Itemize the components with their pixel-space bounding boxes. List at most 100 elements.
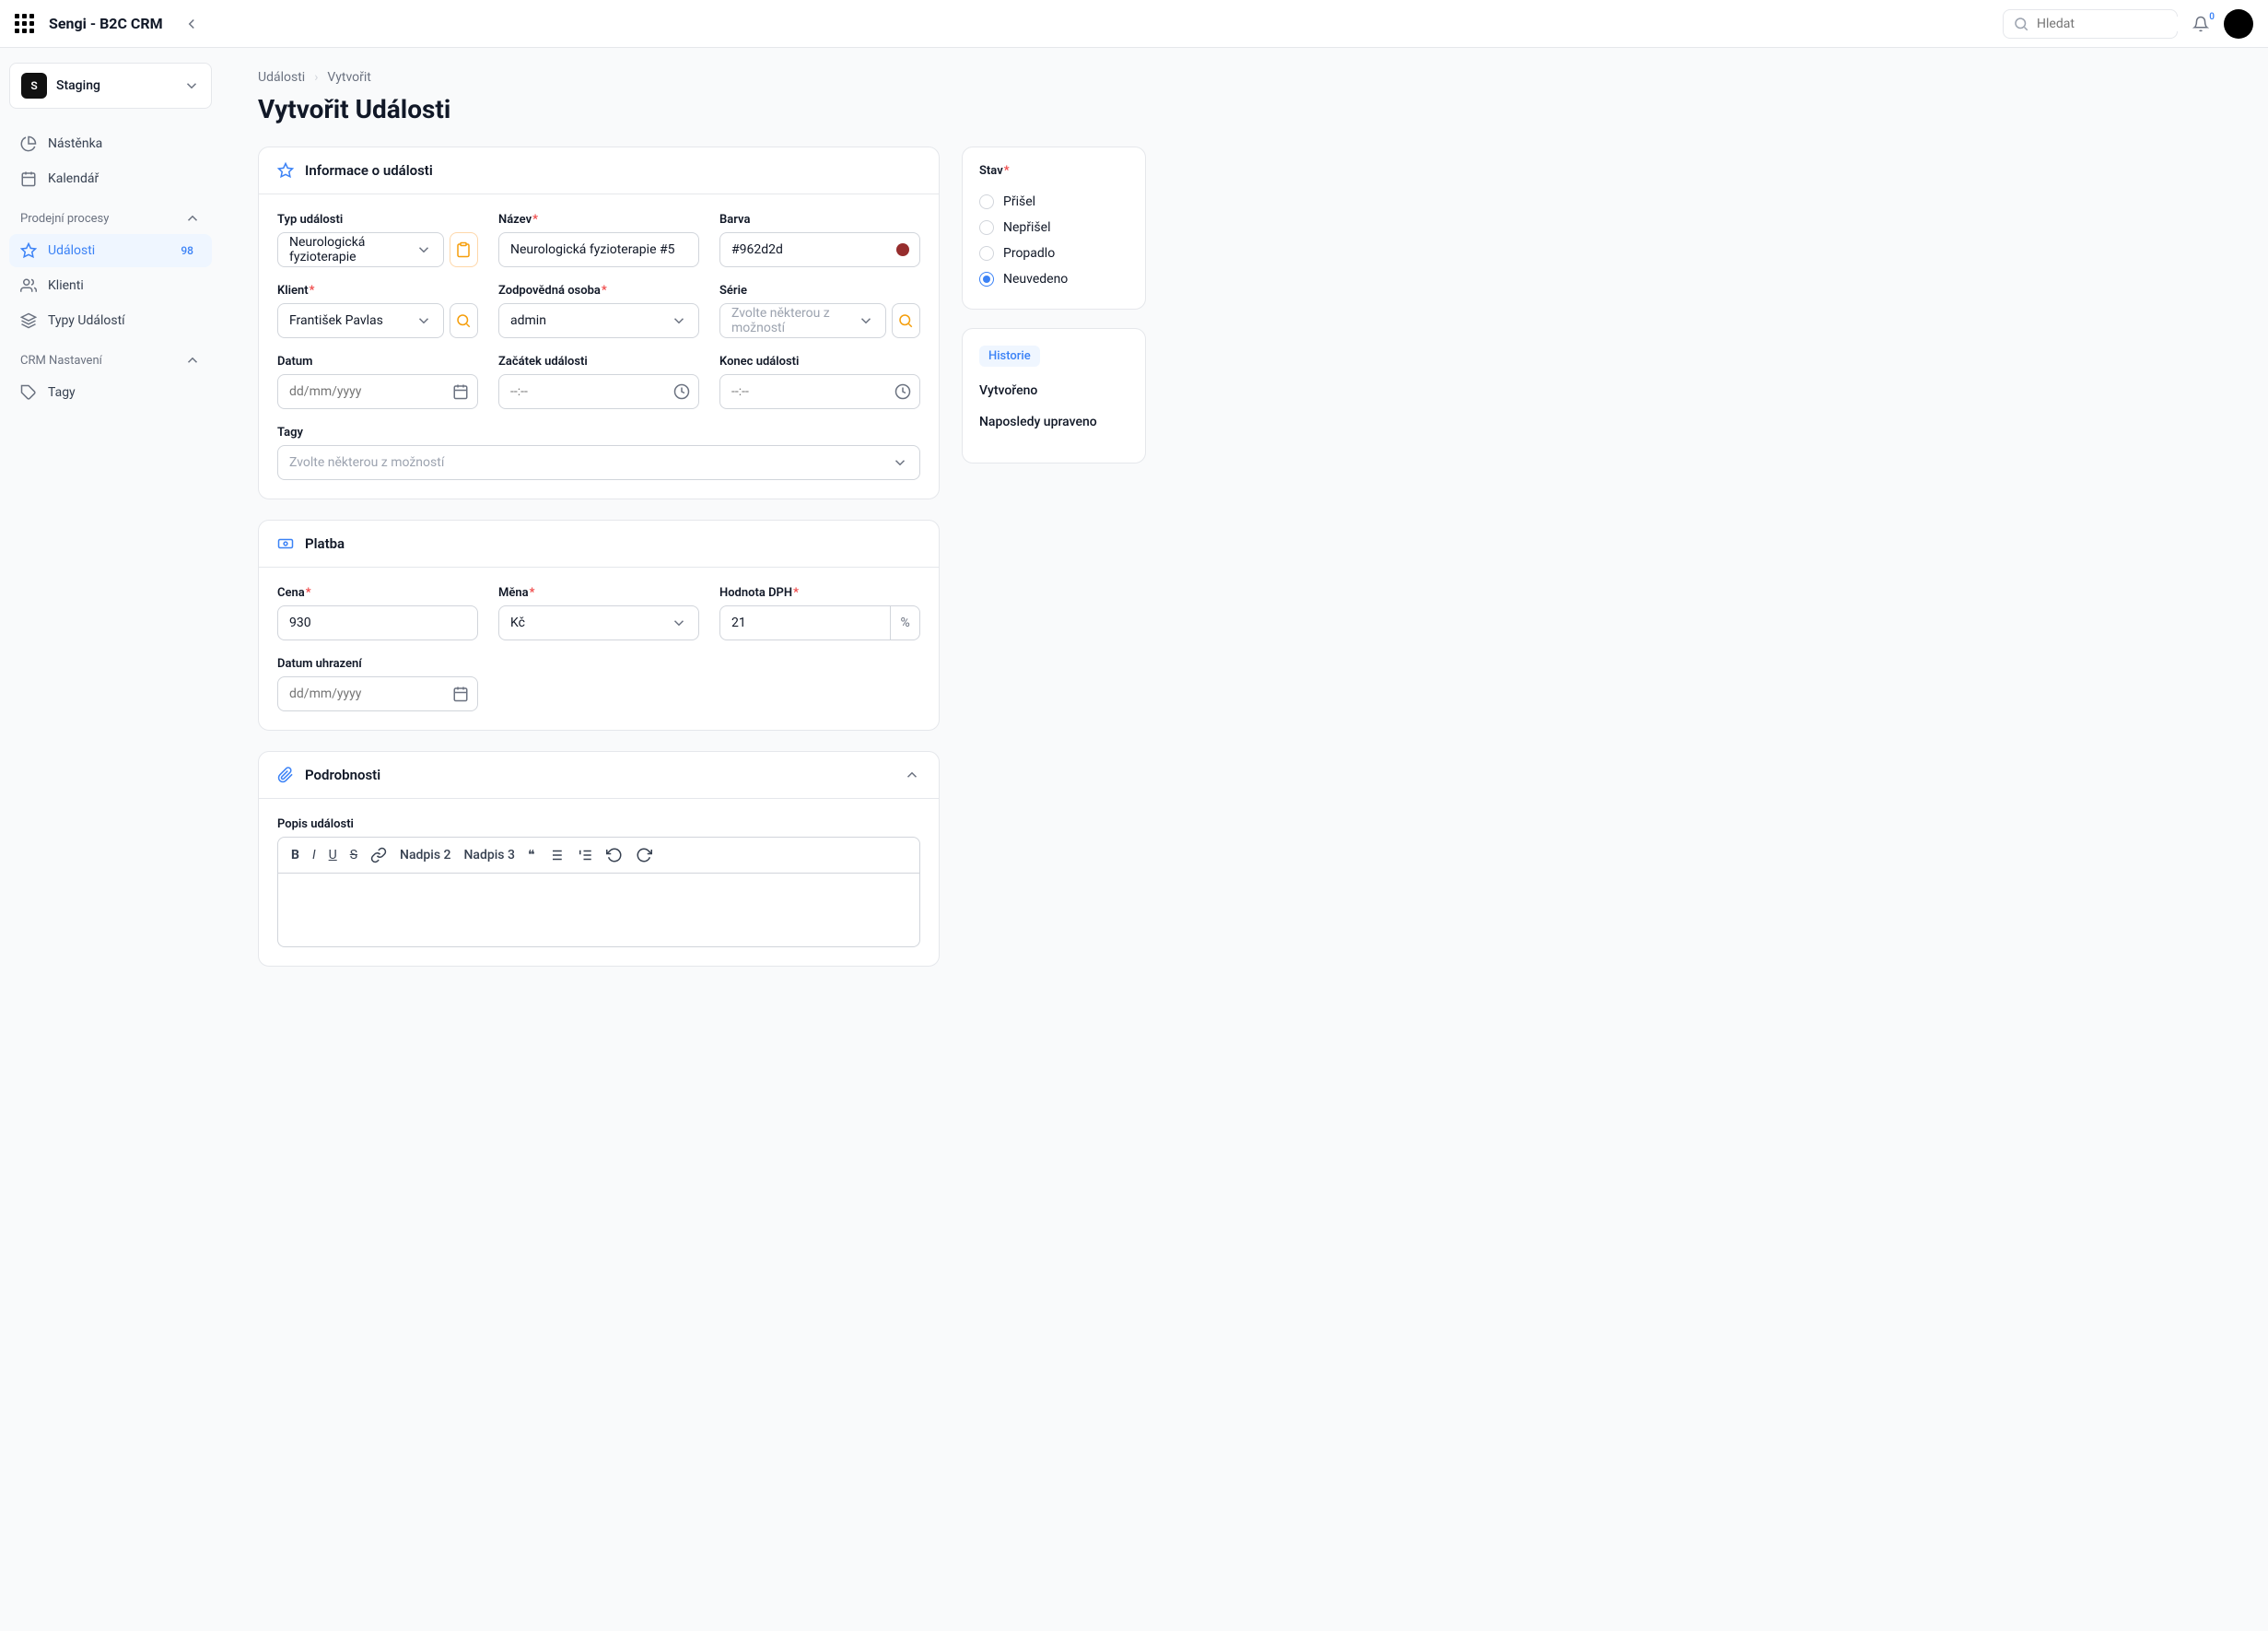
color-input[interactable]	[719, 232, 920, 267]
currency-label: Měna*	[498, 586, 699, 600]
search-icon	[897, 312, 914, 329]
end-label: Konec události	[719, 355, 920, 369]
chevron-down-icon	[415, 312, 432, 329]
quote-button[interactable]: ❝	[528, 848, 535, 862]
start-time-input[interactable]	[498, 374, 699, 409]
client-label: Klient*	[277, 284, 478, 298]
search-input[interactable]	[2037, 17, 2201, 31]
sidebar-section-sales[interactable]: Prodejní procesy	[9, 197, 212, 234]
state-option-none[interactable]: Neuvedeno	[979, 266, 1128, 292]
responsible-select[interactable]: admin	[498, 303, 699, 338]
client-select[interactable]: František Pavlas	[277, 303, 444, 338]
redo-icon	[636, 847, 652, 863]
app-title: Sengi - B2C CRM	[49, 15, 163, 32]
vat-label: Hodnota DPH*	[719, 586, 920, 600]
calendar-icon	[20, 170, 37, 187]
paid-date-label: Datum uhrazení	[277, 657, 478, 671]
chevron-up-icon	[184, 210, 201, 227]
event-type-select[interactable]: Neurologická fyzioterapie	[277, 232, 444, 267]
clipboard-icon	[455, 241, 472, 258]
breadcrumb-item[interactable]: Události	[258, 70, 305, 85]
end-time-input[interactable]	[719, 374, 920, 409]
radio-icon	[979, 220, 994, 235]
sidebar-item-clients[interactable]: Klienti	[9, 269, 212, 302]
name-input[interactable]	[498, 232, 699, 267]
notifications-button[interactable]: 0	[2192, 16, 2209, 32]
avatar[interactable]	[2224, 9, 2253, 39]
price-input[interactable]	[277, 605, 478, 640]
italic-button[interactable]: I	[312, 848, 316, 862]
series-search-button[interactable]	[892, 303, 920, 338]
event-type-label: Typ události	[277, 213, 478, 227]
ordered-list-button[interactable]	[577, 847, 593, 863]
vat-input[interactable]	[719, 605, 891, 640]
radio-icon	[979, 194, 994, 209]
topbar-right: 0	[2003, 9, 2253, 39]
name-label: Název*	[498, 213, 699, 227]
card-payment: Platba Cena* Měna* Kč	[258, 520, 940, 731]
date-input[interactable]	[277, 374, 478, 409]
state-option-nocame[interactable]: Nepřišel	[979, 215, 1128, 241]
clipboard-button[interactable]	[450, 232, 478, 267]
sidebar-item-event-types[interactable]: Typy Událostí	[9, 304, 212, 337]
history-tab[interactable]: Historie	[979, 346, 1040, 367]
tag-icon	[20, 384, 37, 401]
chevron-up-icon[interactable]	[904, 767, 920, 783]
responsible-label: Zodpovědná osoba*	[498, 284, 699, 298]
sidebar-item-calendar[interactable]: Kalendář	[9, 162, 212, 195]
star-icon	[277, 162, 294, 179]
chevron-down-icon	[858, 312, 874, 329]
space-switcher[interactable]: S Staging	[9, 63, 212, 109]
sidebar-item-tags[interactable]: Tagy	[9, 376, 212, 409]
back-button[interactable]	[178, 10, 205, 38]
bullet-list-button[interactable]	[547, 847, 564, 863]
list-ol-icon	[577, 847, 593, 863]
sidebar-item-events[interactable]: Události 98	[9, 234, 212, 267]
breadcrumb: Události › Vytvořit	[258, 70, 2268, 85]
tags-select[interactable]: Zvolte některou z možností	[277, 445, 920, 480]
list-ul-icon	[547, 847, 564, 863]
strike-button[interactable]: S	[350, 848, 357, 862]
heading2-button[interactable]: Nadpis 2	[400, 848, 450, 862]
sidebar-item-label: Události	[48, 243, 162, 258]
layers-icon	[20, 312, 37, 329]
global-search[interactable]	[2003, 9, 2178, 39]
color-label: Barva	[719, 213, 920, 227]
state-option-lapsed[interactable]: Propadlo	[979, 241, 1128, 266]
chevron-down-icon	[671, 615, 687, 631]
chevron-down-icon	[892, 454, 908, 471]
start-label: Začátek události	[498, 355, 699, 369]
card-title: Podrobnosti	[305, 767, 893, 783]
redo-button[interactable]	[636, 847, 652, 863]
paid-date-input[interactable]	[277, 676, 478, 711]
apps-grid-icon[interactable]	[15, 14, 34, 33]
underline-button[interactable]: U	[329, 848, 337, 862]
link-icon	[370, 847, 387, 863]
link-button[interactable]	[370, 847, 387, 863]
sidebar-section-settings[interactable]: CRM Nastavení	[9, 339, 212, 376]
main-content: Události › Vytvořit Vytvořit Události In…	[221, 48, 2268, 1631]
series-label: Série	[719, 284, 920, 298]
heading3-button[interactable]: Nadpis 3	[463, 848, 514, 862]
series-select[interactable]: Zvolte některou z možností	[719, 303, 886, 338]
sidebar: S Staging Nástěnka Kalendář Prodejní pro…	[0, 48, 221, 1631]
undo-icon	[606, 847, 623, 863]
currency-select[interactable]: Kč	[498, 605, 699, 640]
bold-button[interactable]: B	[291, 848, 299, 862]
tags-label: Tagy	[277, 426, 920, 440]
sidebar-item-dashboard[interactable]: Nástěnka	[9, 127, 212, 160]
price-label: Cena*	[277, 586, 478, 600]
notification-count: 0	[2209, 12, 2215, 22]
date-label: Datum	[277, 355, 478, 369]
client-search-button[interactable]	[450, 303, 478, 338]
description-editor[interactable]	[277, 874, 920, 947]
editor-toolbar: B I U S Nadpis 2 Nadpis 3 ❝	[277, 837, 920, 874]
undo-button[interactable]	[606, 847, 623, 863]
bell-icon	[2192, 16, 2209, 32]
topbar-left: Sengi - B2C CRM	[15, 10, 205, 38]
breadcrumb-item: Vytvořit	[327, 70, 370, 85]
state-option-came[interactable]: Přišel	[979, 189, 1128, 215]
cash-icon	[277, 535, 294, 552]
history-card: Historie Vytvořeno Naposledy upraveno	[962, 328, 1146, 463]
pie-icon	[20, 135, 37, 152]
